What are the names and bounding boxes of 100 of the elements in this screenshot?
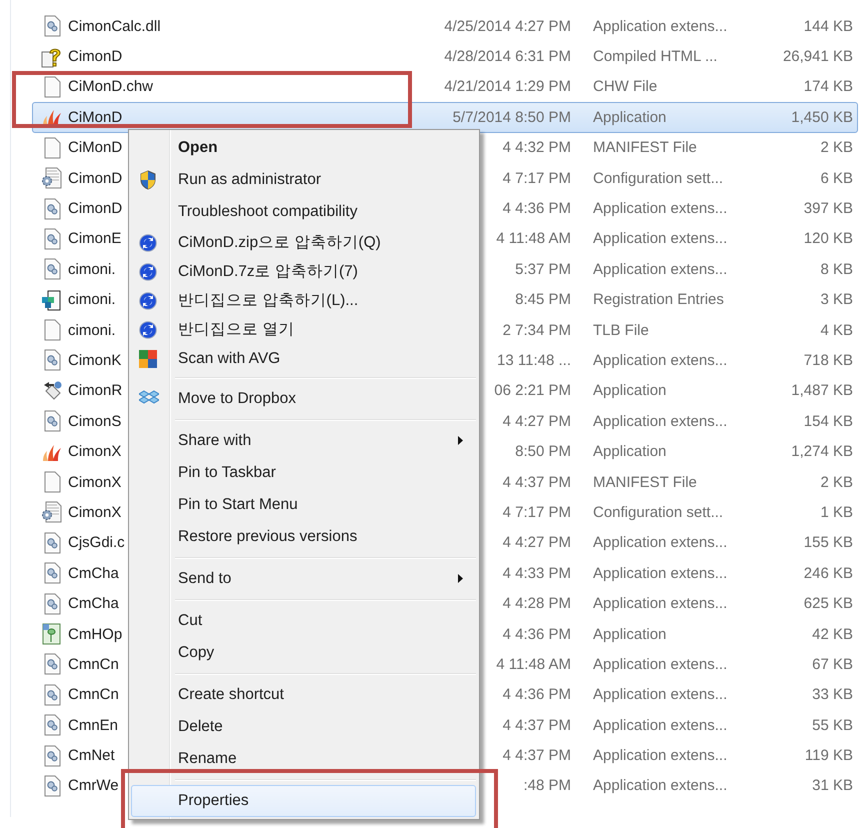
dll-file-icon [43, 744, 61, 767]
menu-item[interactable]: Pin to Taskbar [131, 457, 476, 489]
blank-file-icon [43, 319, 61, 342]
file-name: CimonX [68, 504, 122, 521]
menu-item[interactable]: 반디집으로 압축하기(L)... [131, 286, 476, 315]
dll-file-icon [43, 258, 61, 280]
menu-item[interactable]: Create shortcut [131, 679, 476, 711]
date-modified: 8:50 PM [515, 443, 571, 460]
bandizip-icon [139, 292, 157, 310]
file-name: CmrWe [68, 777, 119, 794]
menu-item[interactable]: Run as administrator [131, 164, 476, 196]
date-modified: 4/21/2014 1:29 PM [444, 78, 571, 96]
file-name: CimonE [68, 230, 122, 248]
file-name: CiMonD [68, 139, 122, 156]
file-size: 119 KB [804, 747, 853, 764]
file-name: CmCha [68, 564, 119, 582]
file-name: CimonX [68, 474, 122, 491]
date-modified: 13 11:48 ... [497, 352, 571, 369]
file-type: Application [593, 108, 666, 126]
dll-file-icon [43, 714, 61, 736]
file-name: CimonD [68, 48, 122, 66]
submenu-arrow-icon [458, 436, 463, 445]
file-type: Application extens... [593, 564, 728, 582]
menu-item[interactable]: Rename [131, 743, 476, 775]
file-size: 4 KB [820, 322, 853, 339]
dll-file-icon [43, 410, 61, 432]
menu-item[interactable]: Cut [131, 605, 476, 637]
file-type: Application extens... [593, 352, 728, 369]
date-modified: 4 4:36 PM [502, 200, 571, 218]
file-type: Application extens... [593, 656, 728, 673]
file-size: 1,487 KB [791, 382, 853, 400]
file-name: CimonD [68, 170, 122, 187]
file-type: Application extens... [593, 412, 728, 430]
file-name: CmNet [68, 747, 115, 764]
file-type: Configuration sett... [593, 170, 724, 187]
date-modified: 5/7/2014 8:50 PM [452, 108, 571, 126]
file-name: CmCha [68, 595, 119, 612]
file-size: 33 KB [812, 686, 853, 704]
file-size: 155 KB [804, 534, 853, 552]
menu-item[interactable]: Copy [131, 637, 476, 669]
menu-item[interactable]: Send to [131, 563, 476, 595]
file-name: CiMonD [68, 108, 122, 126]
menu-item[interactable]: Share with [131, 425, 476, 457]
date-modified: 4 11:48 AM [496, 656, 571, 673]
file-name: CimonR [68, 382, 122, 400]
file-type: MANIFEST File [593, 139, 697, 156]
file-type: Configuration sett... [593, 504, 724, 521]
dll-file-icon [43, 198, 61, 220]
file-size: 42 KB [812, 626, 853, 642]
menu-item[interactable]: CiMonD.7z로 압축하기(7) [131, 257, 476, 286]
menu-item[interactable]: Troubleshoot compatibility [131, 196, 476, 228]
dll-file-icon [43, 653, 61, 676]
avg-icon [139, 350, 157, 368]
menu-item[interactable]: Pin to Start Menu [131, 489, 476, 521]
file-name: CjsGdi.c [68, 534, 125, 552]
file-type: CHW File [593, 78, 658, 96]
date-modified: 4 4:36 PM [502, 686, 571, 704]
menu-item[interactable]: Restore previous versions [131, 521, 476, 553]
file-size: 718 KB [804, 352, 853, 369]
file-name: CmnEn [68, 716, 118, 734]
file-name: cimoni. [68, 260, 116, 278]
menu-item[interactable]: Properties [131, 785, 476, 817]
date-modified: 4 11:48 AM [496, 230, 571, 248]
file-size: 2 KB [820, 474, 853, 491]
dll-file-icon [43, 592, 61, 615]
file-type: Application extens... [593, 18, 728, 35]
file-type: Registration Entries [593, 291, 724, 308]
file-type: Application [593, 382, 666, 400]
dll-file-icon [43, 562, 61, 584]
menu-item[interactable]: Delete [131, 711, 476, 743]
dll-file-icon [43, 228, 61, 250]
menu-item[interactable]: Move to Dropbox [131, 383, 476, 415]
file-name: CimonS [68, 412, 122, 430]
file-name: CimonCalc.dll [68, 18, 161, 35]
file-name: CimonD [68, 200, 122, 218]
file-size: 1 KB [820, 504, 853, 521]
file-name: CimonX [68, 443, 122, 460]
date-modified: 4 4:36 PM [502, 626, 571, 642]
dll-file-icon [43, 349, 61, 372]
date-modified: 4 4:32 PM [502, 139, 571, 156]
date-modified: 4 7:17 PM [502, 170, 571, 187]
date-modified: 4 4:27 PM [502, 412, 571, 430]
menu-item[interactable]: Scan with AVG [131, 344, 476, 373]
menu-item[interactable]: CiMonD.zip으로 압축하기(Q) [131, 228, 476, 257]
submenu-arrow-icon [458, 574, 463, 583]
date-modified: 4 7:17 PM [502, 504, 571, 521]
file-size: 31 KB [812, 777, 853, 794]
settings-file-icon [41, 167, 63, 190]
date-modified: 4 4:27 PM [502, 534, 571, 552]
blank-file-icon [43, 76, 61, 98]
date-modified: 2 7:34 PM [502, 322, 571, 339]
file-type: Application extens... [593, 716, 728, 734]
menu-item[interactable]: 반디집으로 열기 [131, 315, 476, 344]
bandizip-icon [139, 234, 157, 252]
blank-file-icon [43, 471, 61, 494]
file-name: CmHOp [68, 626, 122, 642]
file-name: CimonK [68, 352, 122, 369]
menu-item[interactable]: Open [131, 132, 476, 164]
dll-file-icon [43, 15, 61, 38]
file-size: 154 KB [804, 412, 853, 430]
